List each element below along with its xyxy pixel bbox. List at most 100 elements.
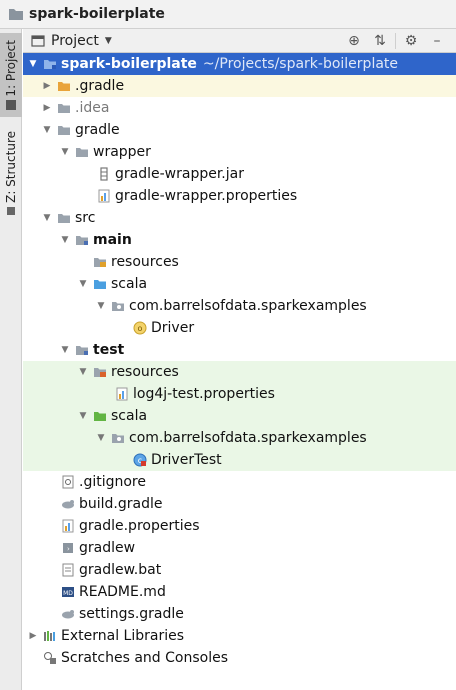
expand-arrow-icon[interactable]: ▼: [41, 125, 53, 135]
gear-icon[interactable]: ⚙: [398, 29, 424, 53]
tree-item-main-scala[interactable]: ▼ scala: [23, 273, 456, 295]
tree-item-idea-dir[interactable]: ▶ .idea: [23, 97, 456, 119]
expand-arrow-icon[interactable]: ▼: [59, 345, 71, 355]
tree-item-test-package[interactable]: ▼ com.barrelsofdata.sparkexamples: [23, 427, 456, 449]
tree-item-gradlew-bat[interactable]: gradlew.bat: [23, 559, 456, 581]
tree-item-readme[interactable]: MD README.md: [23, 581, 456, 603]
tree-item-external-libraries[interactable]: ▶ External Libraries: [23, 625, 456, 647]
root-label: spark-boilerplate: [61, 56, 197, 72]
tab-structure[interactable]: Z: Structure: [0, 127, 22, 219]
driver-test-label: DriverTest: [151, 452, 222, 468]
locate-icon[interactable]: ⊕: [341, 29, 367, 53]
tree-item-test-scala[interactable]: ▼ scala: [23, 405, 456, 427]
external-libraries-label: External Libraries: [61, 628, 184, 644]
gradle-dir-label: .gradle: [75, 78, 125, 94]
tree-item-driver-test[interactable]: c DriverTest: [23, 449, 456, 471]
tree-item-main-package[interactable]: ▼ com.barrelsofdata.sparkexamples: [23, 295, 456, 317]
gitignore-label: .gitignore: [79, 474, 146, 490]
tree-item-gradle-props[interactable]: gradle.properties: [23, 515, 456, 537]
test-scala-label: scala: [111, 408, 148, 424]
project-tree: ▼ spark-boilerplate ~/Projects/spark-boi…: [23, 53, 456, 669]
test-label: test: [93, 342, 125, 358]
project-icon: [6, 100, 16, 111]
title-bar: spark-boilerplate: [0, 0, 456, 29]
expand-arrow-icon[interactable]: ▼: [59, 235, 71, 245]
tree-item-src[interactable]: ▼ src: [23, 207, 456, 229]
tree-item-wrapper-props[interactable]: gradle-wrapper.properties: [23, 185, 456, 207]
folder-icon: [58, 214, 70, 223]
excluded-folder-icon: [58, 82, 70, 91]
tree-item-wrapper[interactable]: ▼ wrapper: [23, 141, 456, 163]
tool-window-strip: 1: Project Z: Structure: [0, 29, 22, 690]
jar-file-icon: [100, 167, 108, 181]
tree-item-gradlew[interactable]: › gradlew: [23, 537, 456, 559]
test-source-folder-icon: [94, 412, 106, 421]
module-folder-icon: [76, 346, 88, 355]
tree-item-build-gradle[interactable]: build.gradle: [23, 493, 456, 515]
tree-item-scratches[interactable]: Scratches and Consoles: [23, 647, 456, 669]
folder-icon: [9, 9, 23, 20]
src-label: src: [75, 210, 96, 226]
tree-item-gradle-dir[interactable]: ▶ .gradle: [23, 75, 456, 97]
package-icon: [112, 302, 124, 311]
expand-arrow-icon[interactable]: ▼: [41, 213, 53, 223]
expand-arrow-icon[interactable]: ▼: [77, 411, 89, 421]
expand-arrow-icon[interactable]: ▼: [95, 433, 107, 443]
wrapper-label: wrapper: [93, 144, 151, 160]
svg-text:o: o: [138, 324, 143, 333]
wrapper-props-label: gradle-wrapper.properties: [115, 188, 298, 204]
tree-item-test[interactable]: ▼ test: [23, 339, 456, 361]
folder-icon: [58, 104, 70, 113]
shell-script-icon: ›: [63, 543, 73, 553]
main-scala-label: scala: [111, 276, 148, 292]
tree-item-gitignore[interactable]: .gitignore: [23, 471, 456, 493]
collapse-all-icon[interactable]: ⇅: [367, 29, 393, 53]
build-gradle-label: build.gradle: [79, 496, 163, 512]
expand-arrow-icon[interactable]: ▼: [95, 301, 107, 311]
tree-item-test-resources[interactable]: ▼ resources: [23, 361, 456, 383]
tree-item-root[interactable]: ▼ spark-boilerplate ~/Projects/spark-boi…: [23, 53, 456, 75]
scratches-icon: [44, 652, 56, 664]
collapsed-arrow-icon[interactable]: ▶: [27, 631, 39, 641]
properties-file-icon: [98, 189, 110, 203]
tree-item-log4j[interactable]: log4j-test.properties: [23, 383, 456, 405]
tree-item-driver[interactable]: o Driver: [23, 317, 456, 339]
tree-item-main-resources[interactable]: resources: [23, 251, 456, 273]
resources-folder-icon: [94, 258, 106, 267]
expand-arrow-icon[interactable]: ▼: [77, 367, 89, 377]
test-package-label: com.barrelsofdata.sparkexamples: [129, 430, 367, 446]
scratches-label: Scratches and Consoles: [61, 650, 228, 666]
svg-text:›: ›: [67, 545, 70, 553]
collapsed-arrow-icon[interactable]: ▶: [41, 103, 53, 113]
collapsed-arrow-icon[interactable]: ▶: [41, 81, 53, 91]
chevron-down-icon[interactable]: ▼: [105, 36, 112, 46]
properties-file-icon: [116, 387, 128, 401]
markdown-file-icon: MD: [62, 587, 74, 597]
folder-icon: [76, 148, 88, 157]
hide-icon[interactable]: –: [424, 29, 450, 53]
tab-project-label: 1: Project: [4, 39, 18, 97]
tab-project[interactable]: 1: Project: [0, 33, 22, 117]
gradle-props-label: gradle.properties: [79, 518, 200, 534]
view-selector-label[interactable]: Project: [51, 33, 99, 49]
gradlew-bat-label: gradlew.bat: [79, 562, 162, 578]
tree-item-settings-gradle[interactable]: settings.gradle: [23, 603, 456, 625]
wrapper-jar-label: gradle-wrapper.jar: [115, 166, 244, 182]
svg-text:MD: MD: [63, 590, 73, 597]
tree-item-gradle-folder[interactable]: ▼ gradle: [23, 119, 456, 141]
module-folder-icon: [44, 60, 56, 69]
scala-object-icon: o: [133, 321, 147, 335]
expand-arrow-icon[interactable]: ▼: [27, 59, 39, 69]
ignore-file-icon: [62, 475, 74, 489]
expand-arrow-icon[interactable]: ▼: [77, 279, 89, 289]
tab-structure-label: Z: Structure: [4, 131, 18, 203]
tree-item-wrapper-jar[interactable]: gradle-wrapper.jar: [23, 163, 456, 185]
toolbar-separator: [395, 33, 396, 49]
idea-dir-label: .idea: [75, 100, 110, 116]
tree-item-main[interactable]: ▼ main: [23, 229, 456, 251]
test-resources-folder-icon: [94, 368, 106, 377]
expand-arrow-icon[interactable]: ▼: [59, 147, 71, 157]
gradle-elephant-icon: [62, 610, 74, 619]
project-view-icon: [31, 34, 45, 47]
main-label: main: [93, 232, 132, 248]
